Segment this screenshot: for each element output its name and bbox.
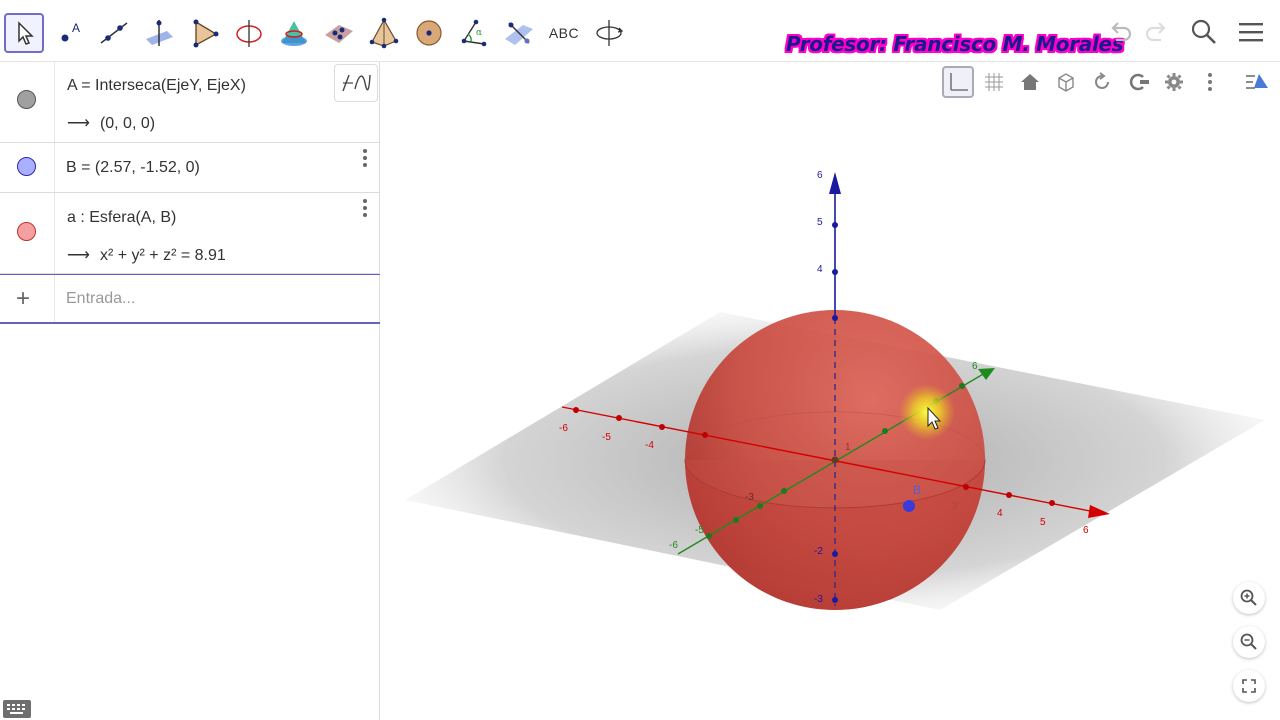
- kebab-menu-icon: [1208, 73, 1212, 91]
- graphics-more-button[interactable]: [1194, 66, 1226, 98]
- more-options-a[interactable]: [362, 199, 368, 217]
- algebra-style-toggle[interactable]: [334, 64, 378, 102]
- toggle-axes-button[interactable]: [942, 66, 974, 98]
- axes-icon: [950, 73, 968, 91]
- home-icon: [1021, 74, 1039, 90]
- value-A: ⟶ (0, 0, 0): [67, 113, 155, 133]
- graphics-3d-view[interactable]: [388, 62, 1280, 720]
- perpendicular-line-icon: [146, 20, 173, 46]
- search-icon: [1191, 19, 1216, 44]
- reflect-icon: [505, 22, 533, 45]
- redo-button[interactable]: [1141, 16, 1173, 48]
- angle-tool[interactable]: α: [454, 13, 494, 53]
- line-tool[interactable]: [94, 13, 134, 53]
- angle-icon: α: [461, 19, 487, 47]
- move-tool[interactable]: [4, 13, 44, 53]
- perspective-icon: [1246, 74, 1268, 89]
- plus-icon[interactable]: +: [16, 285, 30, 313]
- algebra-view: A = Interseca(EjeY, EjeX) ⟶ (0, 0, 0) B =…: [0, 62, 380, 720]
- more-options-B[interactable]: [362, 149, 368, 167]
- value-A-text: (0, 0, 0): [99, 115, 156, 132]
- plane-icon: [325, 25, 353, 43]
- grid-icon: [985, 73, 1003, 91]
- polygon-tool[interactable]: [184, 13, 224, 53]
- plane-tool[interactable]: [319, 13, 359, 53]
- polygon-icon: [193, 19, 219, 48]
- toolbar: A α ABC Profesor: Francisco M. Morales: [0, 0, 1280, 62]
- clipping-icon: [1129, 73, 1149, 91]
- view-in-front-button[interactable]: [1050, 66, 1082, 98]
- search-button[interactable]: [1188, 16, 1220, 48]
- sphere-icon: [416, 20, 442, 46]
- visibility-toggle-a[interactable]: [17, 222, 36, 241]
- point-tool[interactable]: A: [49, 13, 89, 53]
- reflect-tool[interactable]: [499, 13, 539, 53]
- rotate-view-tool[interactable]: [589, 13, 629, 53]
- keyboard-button[interactable]: [3, 700, 31, 718]
- standard-view-button[interactable]: [1014, 66, 1046, 98]
- perpendicular-tool[interactable]: [139, 13, 179, 53]
- point-icon: A: [61, 21, 80, 42]
- keyboard-icon: [7, 704, 25, 714]
- pyramid-tool[interactable]: [364, 13, 404, 53]
- circle-axis-icon: [236, 20, 262, 47]
- main-menu-button[interactable]: [1235, 16, 1267, 48]
- algebra-description-icon: [342, 74, 371, 92]
- value-a-text: x² + y² + z² = 8.91: [99, 247, 226, 264]
- zoom-in-icon: [1240, 589, 1257, 606]
- value-a: ⟶ x² + y² + z² = 8.91: [67, 245, 226, 265]
- intersect-surfaces-tool[interactable]: [274, 13, 314, 53]
- svg-text:A: A: [72, 21, 80, 35]
- algebra-item-A[interactable]: A = Interseca(EjeY, EjeX) ⟶ (0, 0, 0): [0, 62, 380, 143]
- fullscreen-button[interactable]: [1233, 670, 1265, 702]
- svg-text:α: α: [476, 28, 482, 38]
- algebra-input-row: +: [0, 274, 380, 324]
- perspective-button[interactable]: [1241, 66, 1273, 98]
- toggle-grid-button[interactable]: [978, 66, 1010, 98]
- output-arrow: ⟶: [67, 115, 90, 132]
- definition-a: a : Esfera(A, B): [67, 209, 177, 226]
- definition-A: A = Interseca(EjeY, EjeX): [67, 77, 246, 94]
- cursor-icon: [18, 21, 34, 45]
- algebra-item-a[interactable]: a : Esfera(A, B) ⟶ x² + y² + z² = 8.91: [0, 193, 380, 274]
- gear-icon: [1165, 73, 1183, 91]
- zoom-in-button[interactable]: [1233, 582, 1265, 614]
- redo-icon: [1145, 22, 1166, 42]
- rotate-view-button[interactable]: [1086, 66, 1118, 98]
- rotate-view-icon: [596, 20, 624, 46]
- definition-B: B = (2.57, -1.52, 0): [66, 159, 200, 176]
- cube-icon: [1058, 73, 1074, 92]
- text-tool[interactable]: ABC: [544, 13, 584, 53]
- algebra-input[interactable]: [66, 287, 356, 311]
- undo-icon: [1111, 22, 1132, 42]
- sphere-tool[interactable]: [409, 13, 449, 53]
- intersect-surfaces-icon: [281, 21, 307, 46]
- line-icon: [100, 22, 128, 44]
- zoom-out-button[interactable]: [1233, 626, 1265, 658]
- algebra-item-B[interactable]: B = (2.57, -1.52, 0): [0, 143, 380, 193]
- visibility-toggle-A[interactable]: [17, 90, 36, 109]
- rotate-icon: [1095, 72, 1109, 89]
- pyramid-icon: [369, 17, 399, 49]
- zoom-out-icon: [1240, 633, 1257, 650]
- circle-axis-tool[interactable]: [229, 13, 269, 53]
- undo-button[interactable]: [1104, 16, 1136, 48]
- output-arrow: ⟶: [67, 247, 90, 264]
- graphics-settings-button[interactable]: [1158, 66, 1190, 98]
- text-tool-label: ABC: [548, 25, 580, 41]
- teacher-banner: Profesor: Francisco M. Morales: [786, 32, 1124, 56]
- graphics-style-bar: [941, 64, 1277, 100]
- fullscreen-icon: [1242, 679, 1256, 693]
- visibility-toggle-B[interactable]: [17, 157, 36, 176]
- clipping-button[interactable]: [1122, 66, 1154, 98]
- hamburger-menu-icon: [1239, 23, 1263, 42]
